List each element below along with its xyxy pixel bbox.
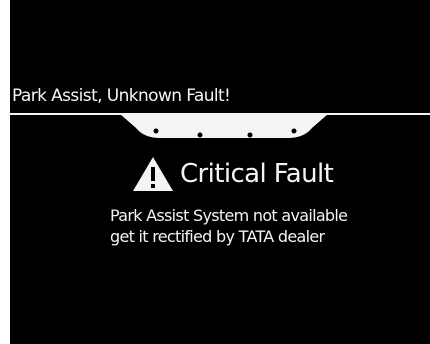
rear-bumper-sensors-icon [120, 114, 328, 138]
fault-status: Critical Fault [132, 154, 334, 194]
fault-message-line: Park Assist System not available [110, 206, 348, 225]
cluster-display: Park Assist, Unknown Fault! Critical Fau… [10, 0, 430, 344]
fault-header-title: Park Assist, Unknown Fault! [12, 86, 231, 106]
fault-message: Park Assist System not available get it … [110, 205, 430, 247]
fault-title: Critical Fault [180, 159, 334, 189]
fault-message-line: get it rectified by TATA dealer [110, 227, 325, 246]
warning-triangle-icon [133, 157, 173, 191]
